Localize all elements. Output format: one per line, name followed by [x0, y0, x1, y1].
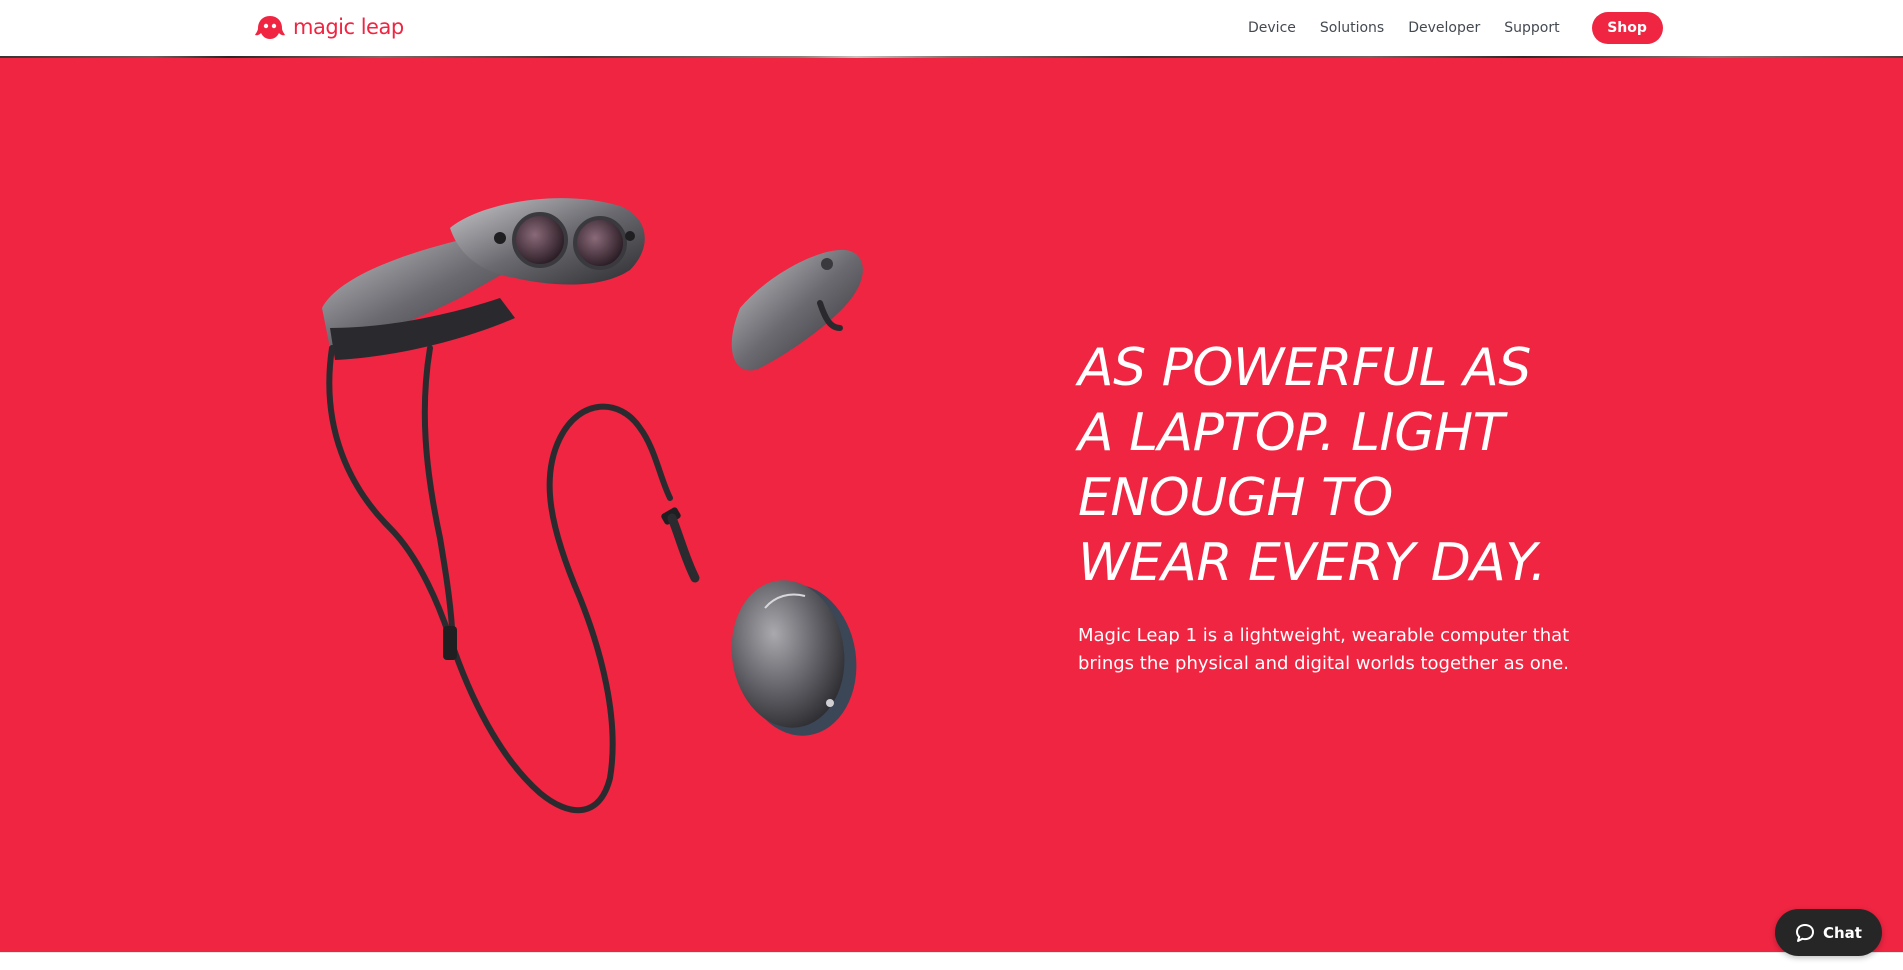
chat-button[interactable]: Chat: [1775, 909, 1882, 956]
headset-left-lens: [512, 212, 568, 268]
cable-shape: [667, 513, 700, 583]
chat-label: Chat: [1823, 923, 1862, 942]
headset-right-lens: [573, 216, 627, 270]
page: magic leap Device Solutions Developer Su…: [0, 0, 1903, 970]
main-nav: Device Solutions Developer Support Shop: [1248, 12, 1663, 44]
next-section-edge: [0, 952, 1903, 970]
chat-bubble-icon: [1796, 923, 1814, 942]
headset-sensor: [625, 231, 635, 241]
magic-leap-logo-icon: [255, 16, 285, 39]
hero-section: AS POWERFUL AS A LAPTOP. LIGHT ENOUGH TO…: [0, 58, 1903, 952]
brand-logo-link[interactable]: magic leap: [254, 12, 404, 42]
hero-title: AS POWERFUL AS A LAPTOP. LIGHT ENOUGH TO…: [1078, 338, 1546, 593]
headset-sensor: [494, 232, 506, 244]
nav-link-support[interactable]: Support: [1504, 12, 1559, 44]
brand-name: magic leap: [293, 15, 404, 39]
nav-link-device[interactable]: Device: [1248, 12, 1296, 44]
shop-button[interactable]: Shop: [1591, 12, 1663, 44]
hero-description: Magic Leap 1 is a lightweight, wearable …: [1078, 625, 1570, 674]
controller-button: [821, 258, 833, 270]
nav-link-solutions[interactable]: Solutions: [1320, 12, 1384, 44]
cable-shape: [326, 345, 673, 814]
cable-clip: [443, 626, 457, 660]
nav-link-developer[interactable]: Developer: [1408, 12, 1480, 44]
controller-shape: [731, 249, 863, 371]
product-image: [322, 198, 863, 814]
site-header: magic leap Device Solutions Developer Su…: [0, 0, 1903, 56]
hero-copy: AS POWERFUL AS A LAPTOP. LIGHT ENOUGH TO…: [1078, 336, 1598, 678]
lightpack-indicator: [826, 699, 834, 707]
